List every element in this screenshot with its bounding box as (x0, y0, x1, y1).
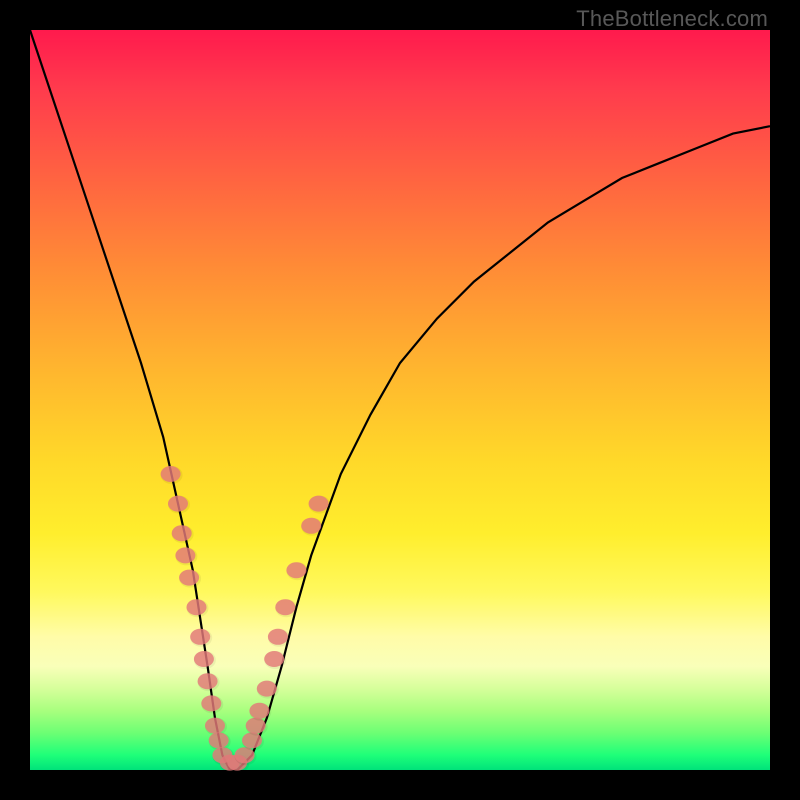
data-point (301, 518, 321, 534)
curve-group (30, 30, 770, 770)
data-point (209, 732, 229, 748)
data-point (286, 562, 306, 578)
data-point (187, 599, 207, 615)
data-point (198, 673, 218, 689)
data-point (201, 695, 221, 711)
data-point (309, 496, 329, 512)
data-point (172, 525, 192, 541)
bottleneck-curve (30, 30, 770, 770)
data-points-group (161, 466, 331, 773)
data-point (257, 681, 277, 697)
data-point (249, 703, 269, 719)
bottleneck-chart-svg (30, 30, 770, 770)
data-point (161, 466, 181, 482)
data-point (275, 599, 295, 615)
watermark-text: TheBottleneck.com (576, 6, 768, 32)
data-point (168, 496, 188, 512)
data-point (264, 651, 284, 667)
chart-frame: TheBottleneck.com (0, 0, 800, 800)
plot-area (30, 30, 770, 770)
data-point (190, 629, 210, 645)
data-point (268, 629, 288, 645)
data-point (194, 651, 214, 667)
data-point (175, 547, 195, 563)
data-point (205, 718, 225, 734)
data-point (179, 570, 199, 586)
